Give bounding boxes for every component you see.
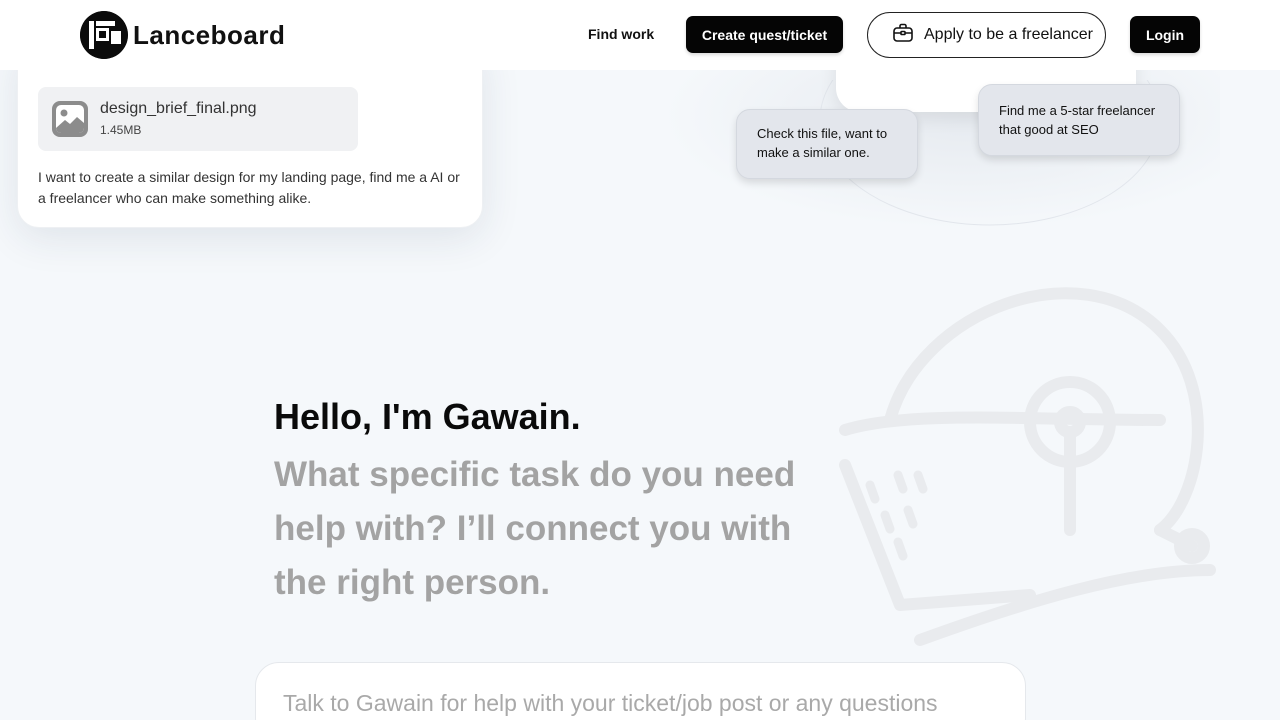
sample-chat-text: Find me a 5-star freelancer that good at… — [999, 103, 1156, 137]
create-quest-button[interactable]: Create quest/ticket — [686, 16, 843, 53]
file-name: design_brief_final.png — [100, 100, 257, 117]
login-button[interactable]: Login — [1130, 16, 1200, 53]
briefcase-icon — [892, 22, 914, 49]
lanceboard-logo-icon — [80, 11, 128, 59]
create-quest-label: Create quest/ticket — [701, 26, 828, 43]
file-attachment: design_brief_final.png 1.45MB — [38, 87, 358, 151]
hero-title: Hello, I'm Gawain. — [274, 396, 581, 437]
image-file-icon — [51, 100, 89, 138]
logo-text: Lanceboard — [133, 19, 286, 50]
sample-chat-text: Check this file, want to make a similar … — [757, 126, 888, 160]
hero-subtitle: What specific task do you need help with… — [274, 455, 796, 602]
chat-input-container — [255, 662, 1026, 720]
chat-input[interactable] — [283, 683, 1003, 720]
login-label: Login — [1145, 26, 1185, 43]
find-work-link[interactable]: Find work — [588, 26, 654, 42]
knight-helmet-icon — [830, 270, 1230, 660]
logo-link[interactable]: Lanceboard — [80, 11, 285, 59]
request-message: I want to create a similar design for my… — [38, 169, 460, 206]
apply-freelancer-label: Apply to be a freelancer — [924, 26, 1093, 43]
file-size: 1.45MB — [100, 123, 142, 137]
top-nav-bar: Lanceboard Find work Create quest/ticket… — [0, 0, 1280, 70]
sample-chat-bubble: Check this file, want to make a similar … — [736, 109, 918, 179]
sample-chat-bubble: Find me a 5-star freelancer that good at… — [978, 84, 1180, 156]
apply-freelancer-button[interactable]: Apply to be a freelancer — [867, 12, 1106, 58]
